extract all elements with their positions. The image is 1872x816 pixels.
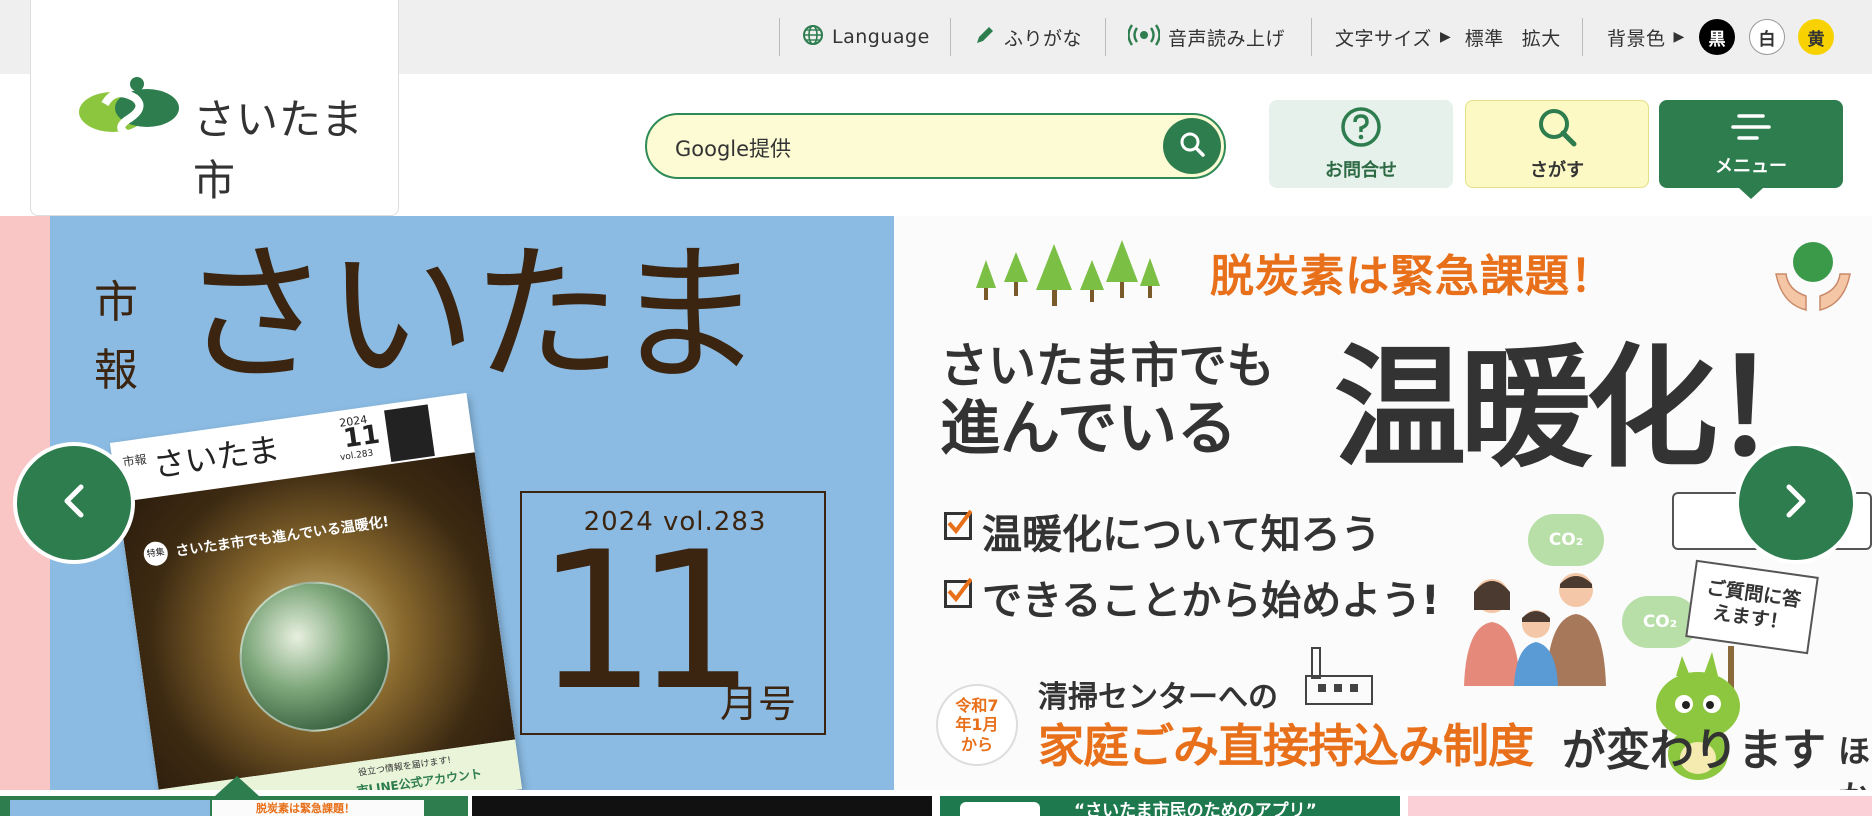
thumbnail-text: 脱炭素は緊急課題！ [256,802,355,815]
logo-text: さいたま市 [193,95,364,205]
check-item-2: できることから始めよう! [982,578,1440,624]
font-size-label: 文字サイズ [1335,27,1432,50]
carousel-next-button[interactable] [1735,442,1857,564]
language-button[interactable]: Language [802,19,930,55]
chevron-right-icon [1779,481,1813,525]
furigana-button[interactable]: ふりがな [974,19,1082,55]
newsletter-cover: 市報 さいたま 2024 11 vol.283 特集 さいたま市でも進んでいる温… [109,392,523,790]
checkbox-icon [944,577,972,608]
thumbnail-inner: 脱炭素は緊急課題！ [212,800,424,816]
find-button[interactable]: さがす [1465,100,1649,188]
speech-button[interactable]: 音声読み上げ [1127,19,1286,55]
bg-black-button[interactable]: 黒 [1699,19,1735,55]
language-label: Language [832,26,930,48]
city-emblem-icon [75,74,185,146]
search-submit-button[interactable] [1163,118,1221,174]
slide-global-warming[interactable]: 脱炭素は緊急課題！ さいたま市でも 進んでいる 温暖化！ 温暖化について知ろう … [894,216,1872,790]
speaker-wave-icon [1127,24,1161,50]
cover-headline: さいたま市でも進んでいる温暖化! [174,514,390,560]
carousel-thumbnails: 脱炭素は緊急課題！ “さいたま市民のためのアプリ” [0,796,1872,816]
issue-month-suffix: 月号 [720,682,797,726]
announcement-system: 家庭ごみ直接持込み制度 [1038,719,1534,773]
tree-row-icon [974,238,1164,312]
hamburger-icon [1729,110,1773,148]
urgent-headline: 脱炭素は緊急課題！ [1210,251,1615,302]
chevron-left-icon [57,481,91,525]
contact-label: お問合せ [1325,160,1397,181]
thumbnail-item[interactable]: “さいたま市民のためのアプリ” [940,796,1400,816]
question-circle-icon [1340,106,1382,152]
co2-cloud-1: CO₂ [1528,514,1604,566]
cover-tag: 特集 [142,540,170,568]
utility-separator [1105,18,1106,56]
cover-globe [229,571,400,742]
check-item-1: 温暖化について知ろう [982,512,1381,558]
menu-button[interactable]: メニュー [1659,100,1843,188]
find-label: さがす [1530,160,1584,181]
thumbnail-inner [960,802,1040,816]
active-thumb-pointer [215,776,259,796]
search-input[interactable]: Google提供 [675,133,791,163]
question-sign-text: ご質問に答えます！ [1705,576,1803,635]
issue-month-number: 11 [536,511,756,732]
pencil-icon [974,24,996,50]
thumbnail-item[interactable] [472,796,932,816]
font-size-control: 文字サイズ ▶ 標準 拡大 [1335,19,1561,55]
co2-label: CO₂ [1548,530,1584,550]
bg-color-control: 背景色 ▶ [1607,19,1684,55]
globe-icon [802,24,824,50]
utility-separator [1311,18,1312,56]
search-icon [1178,130,1206,162]
question-sign: ご質問に答えます！ [1685,559,1819,655]
co2-label: CO₂ [1642,612,1678,632]
slide-city-newsletter[interactable]: 市 報 さいたま 市報 さいたま 2024 11 vol.283 特集 さいたま… [50,216,894,790]
search-icon [1536,106,1578,152]
utility-separator [779,18,780,56]
newsletter-shi: 市 [94,277,138,328]
utility-separator [950,18,951,56]
bg-color-label: 背景色 [1607,27,1666,50]
contact-button[interactable]: お問合せ [1269,100,1453,188]
utility-separator [1582,18,1583,56]
bg-yellow-button[interactable]: 黄 [1798,19,1834,55]
checkbox-icon [944,509,972,540]
thumbnail-inner [10,800,210,816]
date-badge-text: 令和7年1月から [955,696,999,754]
bg-white-button[interactable]: 白 [1749,19,1785,55]
announcement-hoka: ほか [1838,732,1871,790]
font-standard-button[interactable]: 標準 [1465,24,1504,51]
triangle-right-icon: ▶ [1673,29,1685,45]
carousel-prev-button[interactable] [13,442,135,564]
thumbnail-text: “さいたま市民のためのアプリ” [1074,801,1317,816]
newsletter-title: さいたま [180,229,764,403]
cover-anniversary-badge [384,404,435,463]
date-badge: 令和7年1月から [936,684,1018,766]
menu-pointer [1739,188,1763,199]
site-search: Google提供 [645,113,1226,179]
menu-label: メニュー [1715,156,1787,177]
furigana-label: ふりがな [1004,27,1083,50]
font-large-button[interactable]: 拡大 [1522,24,1561,51]
speech-label: 音声読み上げ [1168,27,1286,50]
family-illustration [1456,566,1626,690]
site-logo[interactable]: さいたま市 [30,0,399,216]
issue-box: 2024 vol.283 11 月号 [520,491,826,735]
newsletter-ho: 報 [94,345,138,396]
cover-shiho: 市報 [121,452,148,470]
announcement-change: が変わります [1562,725,1826,776]
thumbnail-item[interactable]: 脱炭素は緊急課題！ [0,796,468,816]
factory-icon [1304,646,1374,710]
headline-line2: 進んでいる [940,394,1237,464]
hero-carousel: 市 報 さいたま 市報 さいたま 2024 11 vol.283 特集 さいたま… [0,216,1872,790]
thumbnail-item[interactable] [1408,796,1872,816]
cover-photo: 特集 さいたま市でも進んでいる温暖化! [118,452,516,790]
triangle-right-icon: ▶ [1439,29,1451,45]
cover-title: さいたま [150,429,283,485]
